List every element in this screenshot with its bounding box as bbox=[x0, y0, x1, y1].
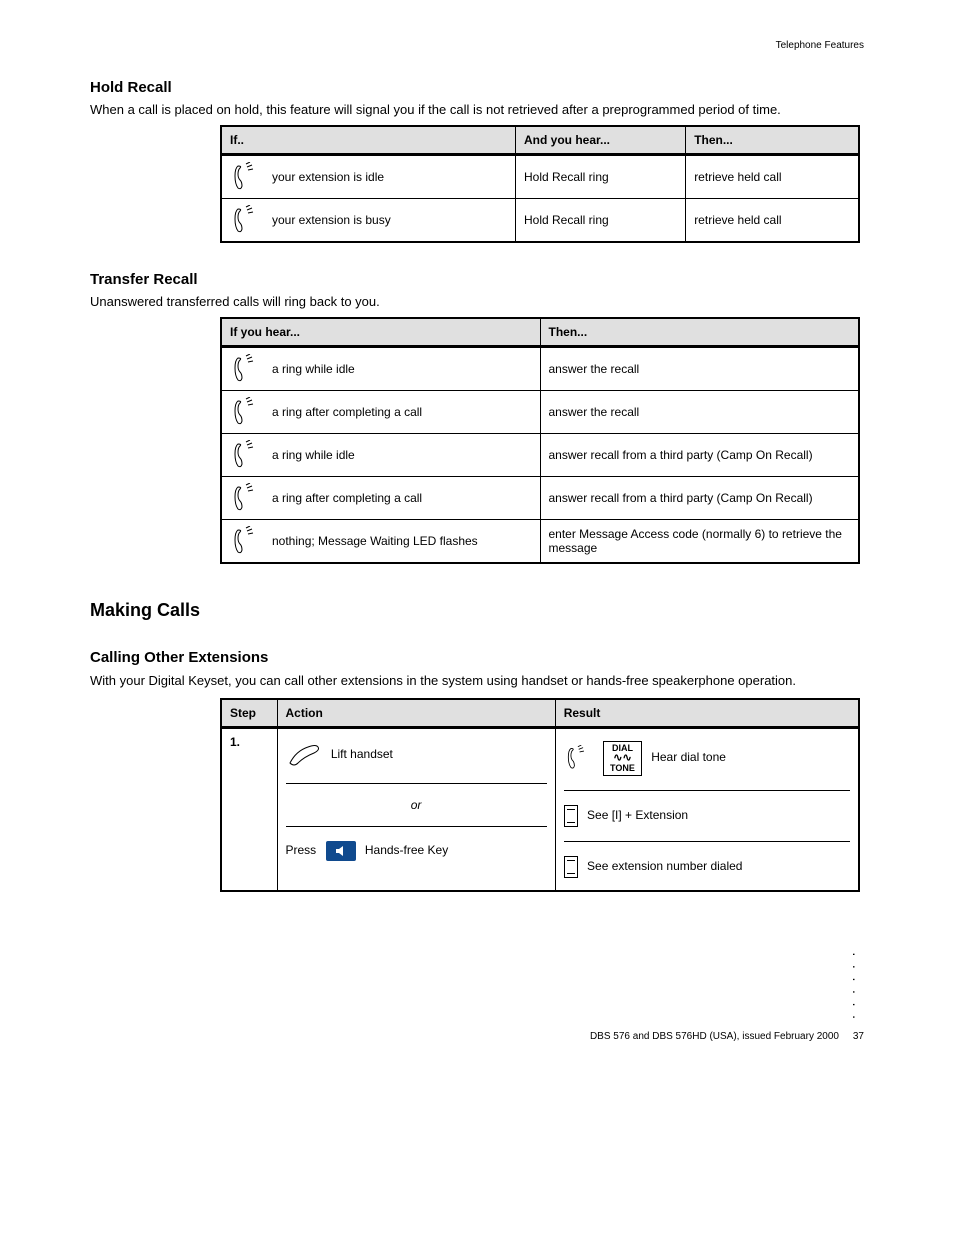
cell-text: retrieve held call bbox=[686, 199, 859, 243]
table-row: your extension is busy Hold Recall ring … bbox=[221, 199, 859, 243]
cell-text: answer the recall bbox=[540, 391, 859, 434]
col-step: Step bbox=[221, 699, 277, 728]
ringing-phone-icon bbox=[230, 205, 260, 235]
action-cell: Lift handset or Press Hands-free Key bbox=[277, 727, 555, 891]
cell-text: Hold Recall ring bbox=[515, 199, 685, 243]
action-lift-text: Lift handset bbox=[331, 747, 393, 761]
cell-text: enter Message Access code (normally 6) t… bbox=[540, 520, 859, 564]
table-header-row: Step Action Result bbox=[221, 699, 859, 728]
cell-text: answer the recall bbox=[540, 347, 859, 391]
divider bbox=[286, 826, 547, 827]
footer-line1: DBS 576 and DBS 576HD (USA), issued Febr… bbox=[590, 1031, 839, 1042]
col-if: If you hear... bbox=[221, 318, 540, 347]
cell-text: a ring while idle bbox=[272, 362, 355, 376]
table-row: a ring while idle answer the recall bbox=[221, 347, 859, 391]
col-then: Then... bbox=[686, 126, 859, 155]
section-transfer-recall-desc: Unanswered transferred calls will ring b… bbox=[90, 294, 864, 309]
cell-text: a ring after completing a call bbox=[272, 405, 422, 419]
col-action: Action bbox=[277, 699, 555, 728]
page-footer: · · · · · · DBS 576 and DBS 576HD (USA),… bbox=[90, 952, 864, 1044]
calling-extensions-table: Step Action Result 1. Lift handset or bbox=[220, 698, 860, 892]
ringing-phone-icon bbox=[564, 745, 590, 771]
cell-text: your extension is idle bbox=[272, 170, 384, 184]
calling-other-extensions-desc: With your Digital Keyset, you can call o… bbox=[90, 672, 864, 690]
section-hold-recall-desc: When a call is placed on hold, this feat… bbox=[90, 102, 864, 117]
col-result: Result bbox=[555, 699, 859, 728]
keypad-icon bbox=[564, 856, 578, 878]
cell-text: a ring while idle bbox=[272, 448, 355, 462]
col-then: Then... bbox=[540, 318, 859, 347]
result-line2-text: See [I] + Extension bbox=[587, 808, 688, 822]
keypad-icon bbox=[564, 805, 578, 827]
dial-tone-icon: DIAL ∿∿ TONE bbox=[603, 741, 642, 776]
col-and: And you hear... bbox=[515, 126, 685, 155]
table-header-row: If you hear... Then... bbox=[221, 318, 859, 347]
divider bbox=[564, 790, 850, 791]
section-transfer-recall-title: Transfer Recall bbox=[90, 271, 864, 288]
ringing-phone-icon bbox=[230, 397, 260, 427]
ringing-phone-icon bbox=[230, 162, 260, 192]
table-row: a ring while idle answer recall from a t… bbox=[221, 434, 859, 477]
cell-text: answer recall from a third party (Camp O… bbox=[540, 434, 859, 477]
hold-recall-table: If.. And you hear... Then... your extens… bbox=[220, 125, 860, 243]
table-row: a ring after completing a call answer th… bbox=[221, 391, 859, 434]
cell-text: your extension is busy bbox=[272, 213, 391, 227]
ringing-phone-icon bbox=[230, 440, 260, 470]
speaker-key-icon bbox=[326, 841, 356, 861]
making-calls-title: Making Calls bbox=[90, 600, 864, 621]
section-hold-recall-title: Hold Recall bbox=[90, 79, 864, 96]
col-if: If.. bbox=[221, 126, 515, 155]
dots-decoration: · · · · · · bbox=[844, 952, 864, 1021]
cell-text: answer recall from a third party (Camp O… bbox=[540, 477, 859, 520]
table-header-row: If.. And you hear... Then... bbox=[221, 126, 859, 155]
result-cell: DIAL ∿∿ TONE Hear dial tone See [I] + Ex… bbox=[555, 727, 859, 891]
table-row: a ring after completing a call answer re… bbox=[221, 477, 859, 520]
cell-text: Hold Recall ring bbox=[515, 155, 685, 199]
footer-page-number: 37 bbox=[853, 1031, 864, 1042]
cell-text: nothing; Message Waiting LED flashes bbox=[272, 534, 478, 548]
calling-other-extensions-title: Calling Other Extensions bbox=[90, 649, 864, 666]
table-row: nothing; Message Waiting LED flashes ent… bbox=[221, 520, 859, 564]
cell-text: a ring after completing a call bbox=[272, 491, 422, 505]
cell-text: retrieve held call bbox=[686, 155, 859, 199]
result-line3-text: See extension number dialed bbox=[587, 859, 742, 873]
step-number: 1. bbox=[221, 727, 277, 891]
table-row: 1. Lift handset or Press bbox=[221, 727, 859, 891]
transfer-recall-table: If you hear... Then... a ring while idle… bbox=[220, 317, 860, 564]
page-header-right: Telephone Features bbox=[90, 40, 864, 51]
divider bbox=[564, 841, 850, 842]
ringing-phone-icon bbox=[230, 354, 260, 384]
result-hear-text: Hear dial tone bbox=[651, 750, 726, 764]
lift-handset-icon bbox=[286, 741, 322, 769]
ringing-phone-icon bbox=[230, 526, 260, 556]
action-or-text: or bbox=[411, 798, 422, 812]
ringing-phone-icon bbox=[230, 483, 260, 513]
table-row: your extension is idle Hold Recall ring … bbox=[221, 155, 859, 199]
divider bbox=[286, 783, 547, 784]
